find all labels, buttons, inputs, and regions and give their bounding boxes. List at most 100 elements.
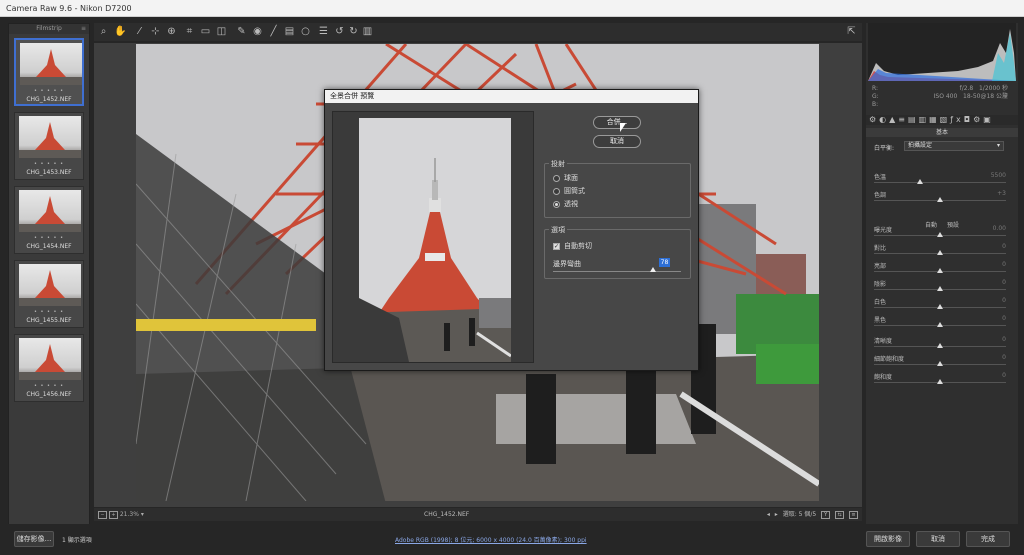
straighten-icon[interactable]: ▭ [200,26,211,37]
filmstrip-item[interactable]: • • • • • CHG_1454.NEF [14,186,84,254]
dialog-cancel-button[interactable]: 取消 [593,135,641,148]
crop-icon[interactable]: ⌗ [184,26,195,37]
filmstrip-item[interactable]: • • • • • CHG_1453.NEF [14,112,84,180]
rotate-right-icon[interactable]: ↻ [348,26,359,37]
bottom-bar: 儲存影像... 1 顯示選項 Adobe RGB (1998); 8 位元; 6… [0,524,1024,555]
trash-icon[interactable]: ▥ [362,26,373,37]
slider-knob[interactable] [937,232,943,237]
filmstrip-item[interactable]: • • • • • CHG_1452.NEF [14,38,84,106]
slider-value[interactable]: 0 [1002,372,1006,379]
adjustment-slider[interactable]: 亮部 0 [874,261,1006,277]
zoom-icon[interactable]: ⌕ [98,26,109,37]
slider-knob[interactable] [937,361,943,366]
transform-icon[interactable]: ◫ [216,26,227,37]
slider-label: 清晰度 [874,338,893,345]
adjustment-slider[interactable]: 曝光度 0.00 [874,225,1006,241]
options-group: 選項 ✓ 自動剪切 邊界彎曲 78 [544,225,691,279]
slider-value[interactable]: 0 [1002,336,1006,343]
slider-knob[interactable] [917,179,924,184]
dialog-title: 全景合併 預覽 [325,90,698,103]
slider-knob[interactable] [937,197,943,202]
adjustment-slider[interactable]: 細節飽和度 0 [874,354,1006,370]
slider-value[interactable]: 0 [1002,354,1006,361]
adjustment-slider[interactable]: 對比 0 [874,243,1006,259]
white-balance-icon[interactable]: ⁄ [134,26,145,37]
zoom-out-button[interactable]: − [98,510,107,519]
color-sampler-icon[interactable]: ⊹ [150,26,161,37]
zoom-in-button[interactable]: + [108,510,118,519]
before-after-toggle-button[interactable]: ⇆ [835,510,845,519]
slider-value[interactable]: +3 [997,190,1006,197]
hand-icon[interactable]: ✋ [114,26,126,37]
slider-knob[interactable] [937,304,943,309]
panorama-preview [332,111,534,363]
merge-button[interactable]: 合併... [593,116,641,129]
slider-value[interactable]: 0 [1002,315,1006,322]
slider-value[interactable]: 0 [1002,243,1006,250]
boundary-warp-knob[interactable] [649,267,656,272]
spot-removal-icon[interactable]: ✎ [236,26,247,37]
settings-toggle-button[interactable]: ≡ [849,510,858,519]
slider-knob[interactable] [937,379,943,384]
panorama-merge-dialog: 全景合併 預覽 合併... 取消 投射 球面 圓筒式 透視 選項 ✓ 自動剪切 … [324,89,699,371]
slider-knob[interactable] [937,343,943,348]
slider-value[interactable]: 0 [1002,261,1006,268]
rating-stars[interactable]: • • • • • [15,383,83,389]
panel-tabs[interactable]: ⚙◐▲≡▤▥▦▧ƒx◘⚙▣ [866,115,1018,125]
save-image-button[interactable]: 儲存影像... [14,531,54,547]
display-options[interactable]: 1 顯示選項 [62,535,92,544]
slider-value[interactable]: 0 [1002,279,1006,286]
boundary-warp-value[interactable]: 78 [659,258,670,267]
adjustment-slider[interactable]: 色調 +3 [874,190,1006,206]
chevron-down-icon: ▾ [996,142,1000,149]
open-image-button[interactable]: 開啟影像 [866,531,910,547]
auto-crop-checkbox[interactable]: ✓ 自動剪切 [553,241,592,251]
slider-value[interactable]: 0 [1002,297,1006,304]
prev-image-icon[interactable]: ◂ [767,508,770,521]
preferences-icon[interactable]: ☰ [318,26,329,37]
slider-value[interactable]: 0.00 [993,225,1006,232]
target-adjust-icon[interactable]: ⊕ [166,26,177,37]
adjustment-slider[interactable]: 陰影 0 [874,279,1006,295]
adjustment-slider[interactable]: 白色 0 [874,297,1006,313]
slider-knob[interactable] [937,286,943,291]
radial-filter-icon[interactable]: ○ [300,26,311,37]
filmstrip-item[interactable]: • • • • • CHG_1455.NEF [14,260,84,328]
thumbnail-image [19,264,81,306]
adjustment-slider[interactable]: 色溫 5500 [874,172,1006,188]
red-eye-icon[interactable]: ◉ [252,26,263,37]
adjustment-brush-icon[interactable]: ╱ [268,26,279,37]
adjustment-slider[interactable]: 飽和度 0 [874,372,1006,388]
projection-radio[interactable]: 圓筒式 [553,186,585,196]
rating-stars[interactable]: • • • • • [15,161,83,167]
rating-stars[interactable]: • • • • • [15,309,83,315]
cancel-button[interactable]: 取消 [916,531,960,547]
projection-radio[interactable]: 球面 [553,173,578,183]
slider-knob[interactable] [937,322,943,327]
white-balance-select[interactable]: 拍攝設定 ▾ [904,141,1004,151]
fullscreen-icon[interactable]: ⇱ [846,26,857,37]
done-button[interactable]: 完成 [966,531,1010,547]
rating-stars[interactable]: • • • • • [16,88,82,94]
radio-icon [553,187,560,195]
slider-knob[interactable] [937,250,943,255]
adjustment-slider[interactable]: 清晰度 0 [874,336,1006,352]
slider-value[interactable]: 5500 [991,172,1006,179]
projection-radio[interactable]: 透視 [553,199,578,209]
filmstrip-menu-icon[interactable]: ≡ [81,24,86,34]
graduated-filter-icon[interactable]: ▤ [284,26,295,37]
filmstrip-item[interactable]: • • • • • CHG_1456.NEF [14,334,84,402]
thumbnail-filename: CHG_1456.NEF [26,391,72,398]
adjustment-slider[interactable]: 黑色 0 [874,315,1006,331]
slider-knob[interactable] [937,268,943,273]
thumbnail-image [20,43,82,85]
zoom-level[interactable]: 21.3% [120,511,139,518]
slider-track[interactable] [874,182,1006,183]
workflow-options-link[interactable]: Adobe RGB (1998); 8 位元; 6000 x 4000 (24.… [395,535,587,544]
rating-stars[interactable]: • • • • • [15,235,83,241]
checkmark-icon: ✓ [553,242,560,250]
next-image-icon[interactable]: ▸ [775,508,778,521]
before-after-y-button[interactable]: Y [821,510,831,519]
boundary-warp-slider[interactable] [553,271,681,272]
rotate-left-icon[interactable]: ↺ [334,26,345,37]
